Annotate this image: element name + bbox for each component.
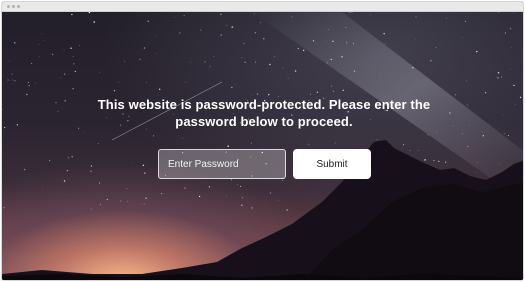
window-dot-icon[interactable] xyxy=(12,5,15,8)
window-titlebar xyxy=(2,2,523,12)
submit-button[interactable]: Submit xyxy=(293,149,371,179)
window-dot-icon[interactable] xyxy=(7,5,10,8)
browser-window: This website is password-protected. Plea… xyxy=(1,1,524,281)
window-controls xyxy=(7,5,20,8)
protection-message: This website is password-protected. Plea… xyxy=(97,97,431,129)
password-gate: This website is password-protected. Plea… xyxy=(2,12,523,280)
window-dot-icon[interactable] xyxy=(17,5,20,8)
page-viewport: This website is password-protected. Plea… xyxy=(2,12,523,280)
password-input[interactable] xyxy=(158,149,286,179)
